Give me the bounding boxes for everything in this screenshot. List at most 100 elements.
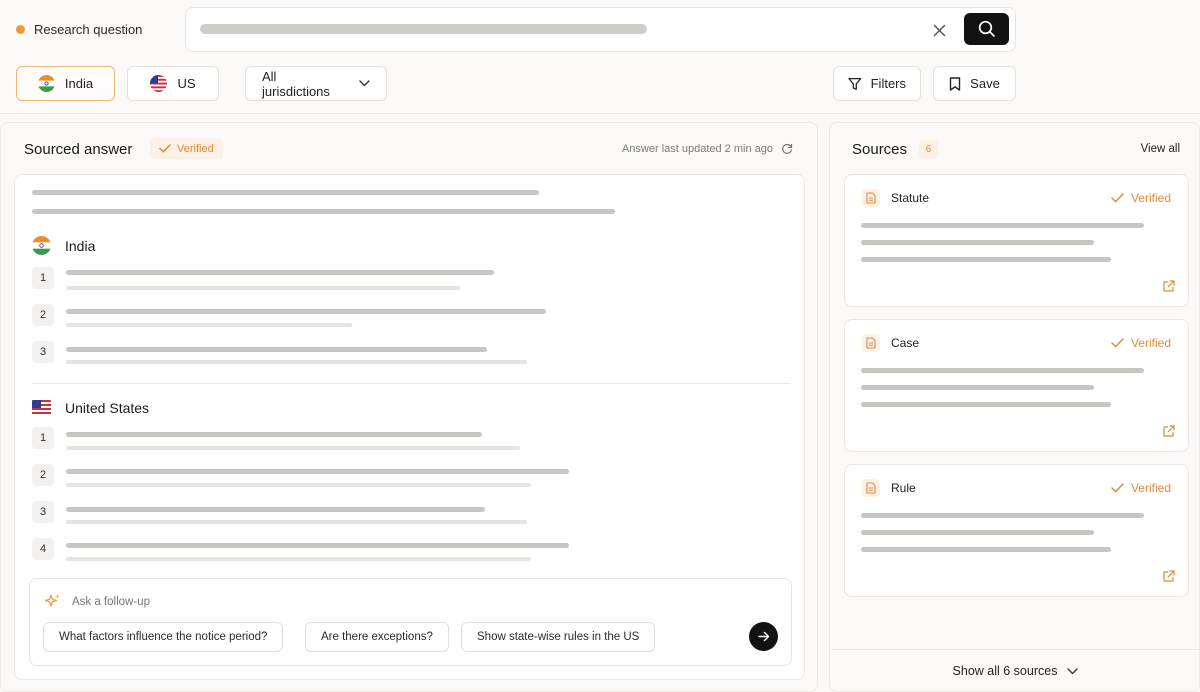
source-verified-status: Verified [1111,191,1171,205]
source-excerpt-line [861,368,1144,373]
list-item-line [66,270,494,275]
source-excerpt-line [861,513,1144,518]
source-excerpt-line [861,257,1111,262]
list-item-number: 1 [32,267,54,289]
section-title: India [65,237,96,254]
suggestion-chip[interactable]: Are there exceptions? [305,622,449,652]
list-item-line [66,507,485,512]
jurisdiction-dropdown-label: All jurisdictions [262,68,330,99]
list-item-number: 2 [32,464,54,486]
follow-up-box: Ask a follow-up What factors influence t… [29,578,792,666]
source-excerpt-line [861,240,1094,245]
answer-card: India 1 2 3 United States 1 2 3 4 Ask a … [14,174,805,680]
chevron-down-icon [359,80,370,87]
source-card-rule[interactable]: Rule Verified [844,464,1189,597]
filters-button[interactable]: Filters [833,66,921,101]
external-link-icon[interactable] [1162,570,1175,583]
sources-panel: Sources 6 View all Statute Verified Case [829,122,1200,692]
list-item-line [66,309,546,314]
jurisdiction-dropdown[interactable]: All jurisdictions [245,66,387,101]
send-button[interactable] [749,622,778,651]
research-question-label: Research question [16,20,142,38]
list-item-number: 4 [32,538,54,560]
follow-up-input[interactable]: Ask a follow-up [44,593,150,610]
section-title: United States [65,399,150,416]
clear-icon[interactable] [928,19,950,41]
check-icon [159,144,171,153]
list-item-number: 3 [32,501,54,523]
source-type-label: Rule [891,481,916,495]
external-link-icon[interactable] [1162,425,1175,438]
source-type-label: Statute [891,191,930,205]
view-all-link[interactable]: View all [1141,143,1180,155]
show-all-sources-button[interactable]: Show all 6 sources [831,649,1200,692]
save-button[interactable]: Save [933,66,1016,101]
section-divider [32,383,791,384]
sources-count-badge: 6 [919,140,938,159]
research-question-text: Research question [34,21,143,37]
source-verified-label: Verified [1130,191,1171,205]
answer-intro-line [32,209,615,214]
source-excerpt-line [861,223,1144,228]
section-heading-india: India [32,236,95,255]
check-icon [1111,193,1124,203]
source-excerpt-line [861,530,1094,535]
section-heading-united-states: United States [32,398,149,417]
us-flag-icon [150,75,168,92]
list-item-number: 2 [32,304,54,326]
answer-intro-line [32,190,539,195]
external-link-icon[interactable] [1162,280,1175,293]
answer-updated-status: Answer last updated 2 min ago [622,143,793,155]
source-card-case[interactable]: Case Verified [844,319,1189,452]
sourced-answer-panel: Sourced answer Verified Answer last upda… [0,122,818,692]
bookmark-icon [949,76,961,91]
source-verified-label: Verified [1130,481,1171,495]
list-item-subline [66,520,527,524]
list-item-number: 3 [32,341,54,363]
filters-label: Filters [870,76,906,91]
sources-title: Sources [852,141,908,158]
source-excerpt-line [861,547,1111,552]
list-item-subline [66,483,531,487]
india-flag-icon [37,75,55,92]
answer-updated-text: Answer last updated 2 min ago [621,143,773,155]
sparkle-icon [44,594,60,607]
arrow-right-icon [757,631,769,642]
suggestion-chip[interactable]: What factors influence the notice period… [43,622,284,652]
document-icon [862,334,880,352]
list-item-subline [66,557,531,561]
jurisdiction-chip-us[interactable]: US [127,66,219,101]
top-bar: Research question India US All jurisdict… [0,0,1200,114]
jurisdiction-chip-india[interactable]: India [16,66,115,101]
source-excerpt-line [861,385,1094,390]
suggestion-chip[interactable]: Show state-wise rules in the US [461,622,656,652]
filter-icon [848,77,862,90]
document-icon [862,479,880,497]
refresh-icon[interactable] [781,143,793,155]
list-item-subline [66,286,460,290]
source-card-statute[interactable]: Statute Verified [844,174,1189,307]
us-chip-label: US [177,76,196,91]
search-button[interactable] [964,13,1009,45]
source-type: Statute [862,189,929,207]
save-label: Save [970,76,1000,91]
check-icon [1111,483,1124,493]
show-all-sources-label: Show all 6 sources [952,664,1058,678]
list-item-subline [66,446,520,450]
list-item-subline [66,360,527,364]
list-item-line [66,469,569,474]
source-verified-status: Verified [1111,481,1171,495]
list-item-line [66,543,569,548]
status-dot-icon [16,24,25,34]
source-verified-label: Verified [1130,336,1171,350]
list-item-number: 1 [32,427,54,449]
sourced-answer-title: Sourced answer [24,141,133,158]
verified-badge-label: Verified [177,142,214,155]
verified-badge: Verified [150,138,223,159]
source-type-label: Case [891,336,920,350]
check-icon [1111,338,1124,348]
research-question-input[interactable] [185,7,1016,52]
india-flag-icon [32,236,51,255]
chevron-down-icon [1067,667,1079,674]
query-text-placeholder [200,24,647,34]
